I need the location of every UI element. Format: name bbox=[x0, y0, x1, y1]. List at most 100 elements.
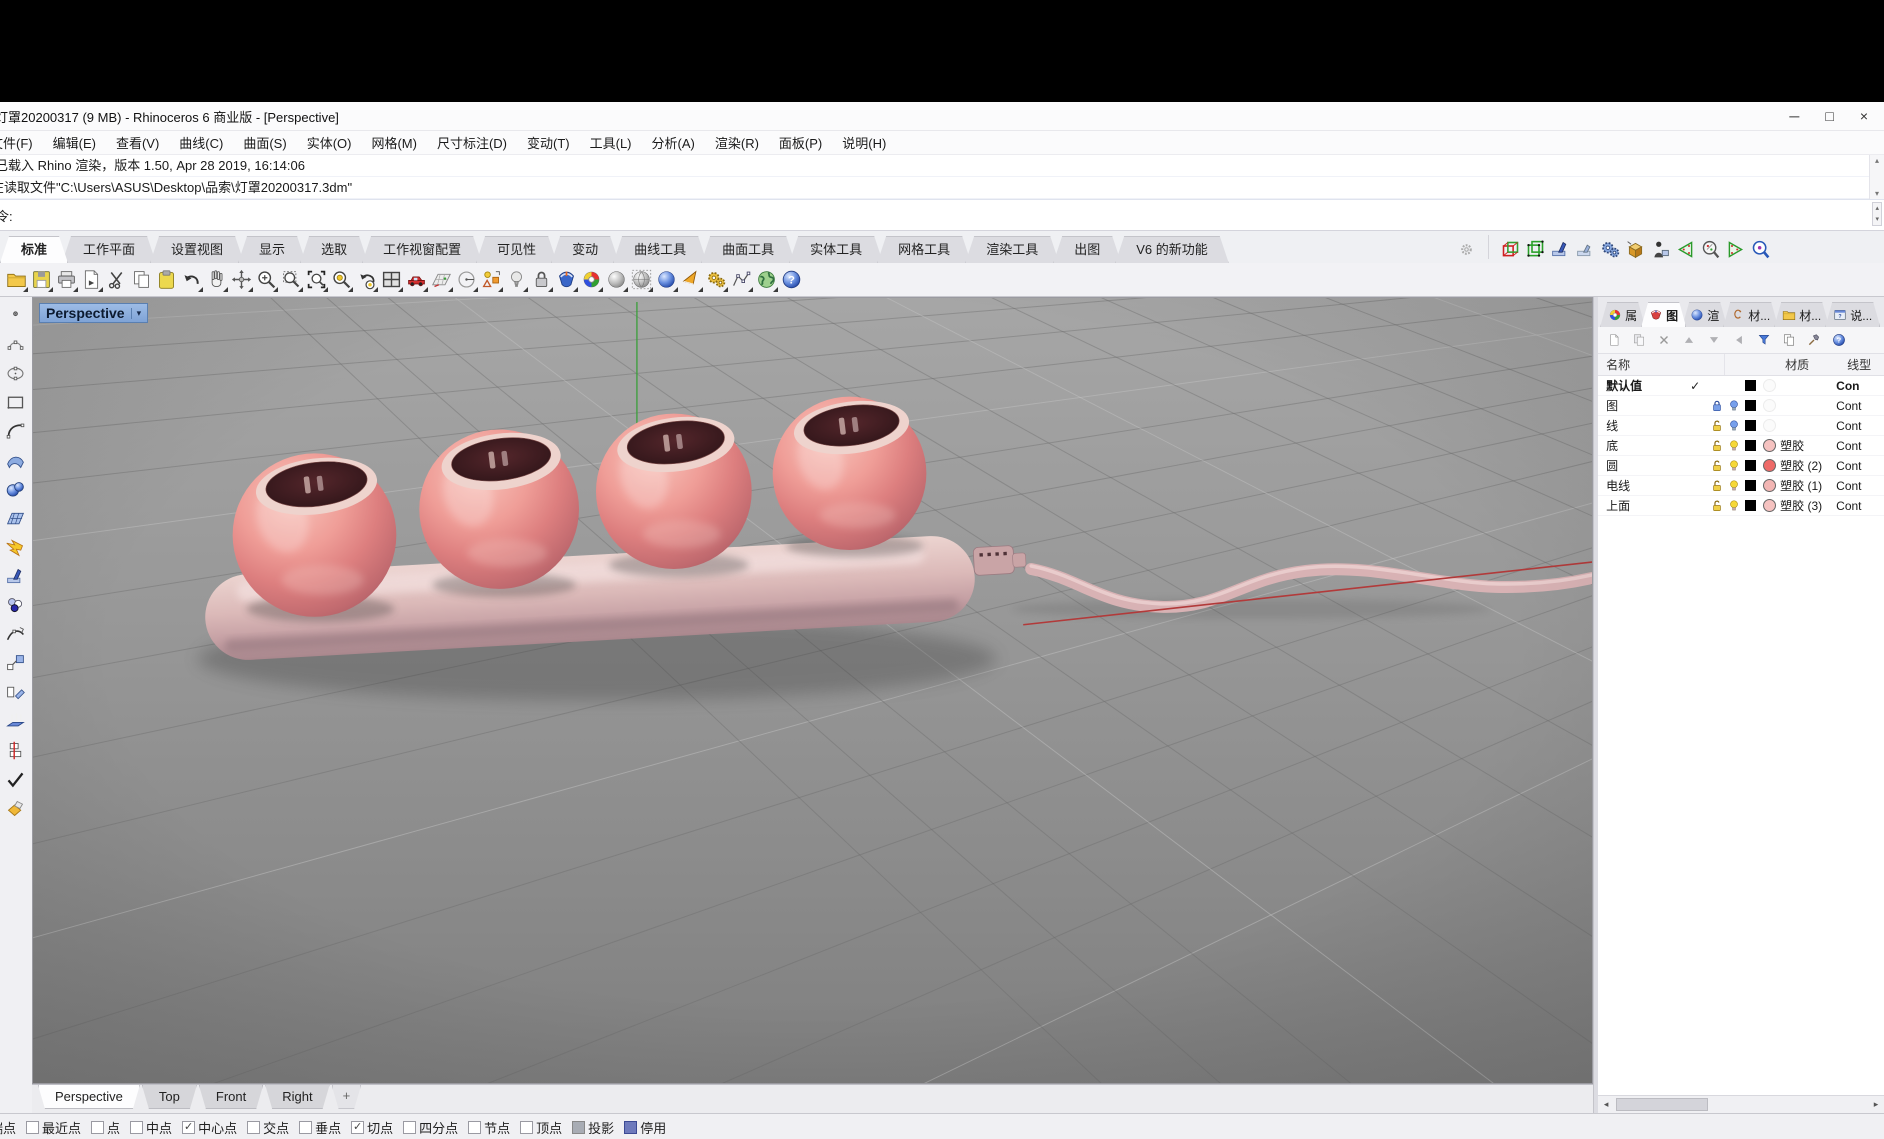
osnap-toggle[interactable]: 中心点 bbox=[182, 1118, 237, 1137]
material-swatch[interactable] bbox=[1763, 459, 1776, 472]
layer-linetype[interactable]: Cont bbox=[1836, 499, 1884, 513]
menu-item[interactable]: 编辑(E) bbox=[43, 131, 106, 154]
move-up-button[interactable] bbox=[1679, 330, 1699, 350]
osnap-checkbox[interactable] bbox=[130, 1121, 143, 1134]
bulb-icon[interactable] bbox=[1725, 499, 1742, 513]
lock-icon[interactable] bbox=[1708, 459, 1725, 473]
tab-properties[interactable]: 属 bbox=[1600, 302, 1645, 327]
menu-item[interactable]: 查看(V) bbox=[106, 131, 169, 154]
lamp-icon[interactable] bbox=[504, 267, 529, 293]
prompt-spinner[interactable]: ▴ ▾ bbox=[1872, 202, 1882, 226]
osnap-toggle[interactable]: 切点 bbox=[351, 1118, 393, 1137]
filter-button[interactable] bbox=[1754, 330, 1774, 350]
bulb-icon[interactable] bbox=[1725, 399, 1742, 413]
osnap-checkbox[interactable] bbox=[91, 1121, 104, 1134]
print-icon[interactable] bbox=[54, 267, 79, 293]
scroll-up-icon[interactable]: ▴ bbox=[1875, 156, 1879, 165]
scale-icon[interactable] bbox=[2, 649, 30, 678]
material-swatch[interactable] bbox=[1763, 439, 1776, 452]
osnap-checkbox[interactable] bbox=[403, 1121, 416, 1134]
tab-materials[interactable]: 材... bbox=[1723, 302, 1778, 327]
save-file-icon[interactable] bbox=[29, 267, 54, 293]
zoom-dynamic-icon[interactable] bbox=[254, 267, 279, 293]
layer-linetype[interactable]: Cont bbox=[1836, 419, 1884, 433]
green-arrow-right-icon[interactable] bbox=[1725, 239, 1746, 260]
undo-icon[interactable] bbox=[179, 267, 204, 293]
menu-item[interactable]: 渲染(R) bbox=[705, 131, 769, 154]
toolbar-tab[interactable]: 曲面工具 bbox=[701, 236, 795, 263]
osnap-checkbox[interactable] bbox=[247, 1121, 260, 1134]
material-swatch[interactable] bbox=[1763, 379, 1776, 392]
osnap-toggle[interactable]: 顶点 bbox=[520, 1118, 562, 1137]
boolean-ramp-icon[interactable] bbox=[1550, 239, 1571, 260]
material-name[interactable]: 塑胶 bbox=[1776, 437, 1836, 454]
toolbar-tab[interactable]: 实体工具 bbox=[789, 236, 883, 263]
toolbar-tab[interactable]: 网格工具 bbox=[877, 236, 971, 263]
zoom-window-icon[interactable] bbox=[279, 267, 304, 293]
viewport-tab[interactable]: Right bbox=[265, 1085, 329, 1109]
bulb-icon[interactable] bbox=[1725, 459, 1742, 473]
new-viewport-tab-button[interactable]: + bbox=[332, 1085, 362, 1109]
shaded-sphere-icon[interactable] bbox=[604, 267, 629, 293]
move-down-button[interactable] bbox=[1704, 330, 1724, 350]
viewport-title[interactable]: Perspective bbox=[46, 305, 125, 321]
osnap-toggle[interactable]: 停用 bbox=[624, 1118, 666, 1137]
layer-name[interactable]: 电线 bbox=[1598, 477, 1682, 494]
osnap-checkbox[interactable] bbox=[182, 1121, 195, 1134]
paste-icon[interactable] bbox=[154, 267, 179, 293]
lock-icon[interactable] bbox=[1708, 499, 1725, 513]
current-layer-check[interactable]: ✓ bbox=[1682, 379, 1708, 393]
earth-icon[interactable] bbox=[754, 267, 779, 293]
menu-item[interactable]: 尺寸标注(D) bbox=[427, 131, 517, 154]
align-distribute-icon[interactable] bbox=[2, 736, 30, 765]
layer-linetype[interactable]: Cont bbox=[1836, 459, 1884, 473]
shaded-display-icon[interactable] bbox=[554, 267, 579, 293]
wireframe-cube-red-icon[interactable] bbox=[1500, 239, 1521, 260]
duplicate-layer-button[interactable] bbox=[1779, 330, 1799, 350]
layer-color-swatch[interactable] bbox=[1745, 380, 1756, 391]
restore-button[interactable]: □ bbox=[1825, 109, 1833, 123]
viewport-tab[interactable]: Top bbox=[142, 1085, 197, 1109]
layer-name[interactable]: 默认值 bbox=[1598, 377, 1682, 394]
minimize-button[interactable]: ─ bbox=[1789, 109, 1799, 123]
lock-icon[interactable] bbox=[1708, 379, 1725, 393]
layer-help-button[interactable] bbox=[1829, 330, 1849, 350]
toolbar-tab[interactable]: 设置视图 bbox=[150, 236, 244, 263]
osnap-checkbox[interactable] bbox=[351, 1121, 364, 1134]
pan-view-icon[interactable] bbox=[204, 267, 229, 293]
viewport-dropdown-icon[interactable]: ▾ bbox=[131, 308, 142, 319]
history-scrollbar[interactable]: ▴ ▾ bbox=[1869, 155, 1884, 199]
zoom-selected-icon[interactable] bbox=[329, 267, 354, 293]
export-page-icon[interactable] bbox=[79, 267, 104, 293]
annotate-pencil-icon[interactable] bbox=[2, 794, 30, 823]
menu-item[interactable]: 说明(H) bbox=[832, 131, 896, 154]
lock-icon[interactable] bbox=[1708, 479, 1725, 493]
layer-name[interactable]: 线 bbox=[1598, 417, 1682, 434]
viewport-tab[interactable]: Perspective bbox=[38, 1085, 140, 1109]
bulb-icon[interactable] bbox=[1725, 379, 1742, 393]
viewport-perspective[interactable]: Perspective ▾ bbox=[32, 297, 1593, 1084]
split-icon[interactable] bbox=[2, 562, 30, 591]
viewport-layout-icon[interactable] bbox=[379, 267, 404, 293]
layer-row[interactable]: 默认值 ✓ Con bbox=[1598, 376, 1884, 396]
solid-spheres-icon[interactable] bbox=[2, 475, 30, 504]
material-name[interactable]: 塑胶 (3) bbox=[1776, 497, 1836, 514]
scroll-down-icon[interactable]: ▾ bbox=[1875, 189, 1879, 198]
layer-linetype[interactable]: Cont bbox=[1836, 479, 1884, 493]
layer-linetype[interactable]: Cont bbox=[1836, 399, 1884, 413]
copy-icon[interactable] bbox=[129, 267, 154, 293]
surface-icon[interactable] bbox=[2, 446, 30, 475]
osnap-toggle[interactable]: 垂点 bbox=[299, 1118, 341, 1137]
osnap-checkbox[interactable] bbox=[572, 1121, 585, 1134]
orange-box-icon[interactable] bbox=[1625, 239, 1646, 260]
material-swatch[interactable] bbox=[1763, 419, 1776, 432]
rectangle-icon[interactable] bbox=[2, 388, 30, 417]
tab-help[interactable]: 说... bbox=[1825, 302, 1880, 327]
layer-row[interactable]: 圆 塑胶 (2) Cont bbox=[1598, 456, 1884, 476]
new-sublayer-button[interactable] bbox=[1629, 330, 1649, 350]
group-circles-icon[interactable] bbox=[2, 591, 30, 620]
menu-item[interactable]: 工具(L) bbox=[580, 131, 642, 154]
viewport-tab[interactable]: Front bbox=[199, 1085, 263, 1109]
layer-color-swatch[interactable] bbox=[1745, 480, 1756, 491]
toolbar-tab[interactable]: 选取 bbox=[300, 236, 368, 263]
